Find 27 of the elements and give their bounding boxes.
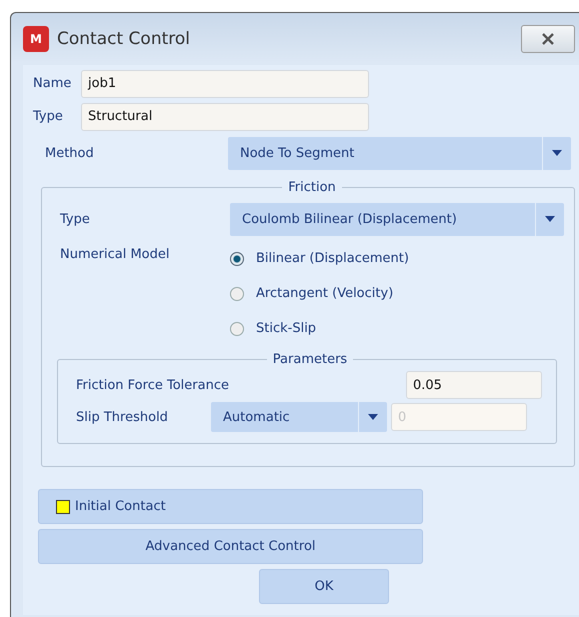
app-logo-icon: M: [23, 26, 49, 52]
numerical-model-label: Numerical Model: [60, 246, 170, 264]
text-field[interactable]: Structural: [81, 102, 369, 130]
tolerance-field[interactable]: 0.05: [406, 371, 542, 399]
friction-type-dropdown[interactable]: Coulomb Bilinear (Displacement): [230, 202, 564, 236]
slip-threshold-label: Slip Threshold: [76, 410, 169, 424]
close-button[interactable]: [521, 25, 575, 53]
ok-button[interactable]: OK: [259, 569, 389, 604]
close-icon: [541, 33, 555, 45]
text-field[interactable]: job1: [81, 70, 369, 98]
radio-option[interactable]: Bilinear (Displacement): [230, 241, 409, 276]
radio-option[interactable]: Stick-Slip: [230, 311, 409, 346]
field-label: Name: [33, 76, 72, 91]
tolerance-label: Friction Force Tolerance: [76, 378, 230, 392]
method-label: Method: [44, 146, 95, 160]
field-label: Type: [33, 109, 64, 124]
initial-contact-toggle[interactable]: Initial Contact: [38, 489, 423, 524]
group-title: Parameters: [272, 352, 348, 367]
group-title: Friction: [287, 180, 337, 195]
type-label: Type: [60, 212, 91, 226]
advanced-contact-control-button[interactable]: Advanced Contact Control: [38, 529, 423, 564]
method-dropdown[interactable]: Node To Segment: [228, 136, 571, 170]
window-title: Contact Control: [57, 29, 191, 49]
dropdown-arrow-icon: [545, 216, 555, 222]
radio-option[interactable]: Arctangent (Velocity): [230, 276, 409, 311]
dropdown-arrow-icon: [368, 414, 378, 420]
dropdown-arrow-icon: [552, 150, 562, 156]
